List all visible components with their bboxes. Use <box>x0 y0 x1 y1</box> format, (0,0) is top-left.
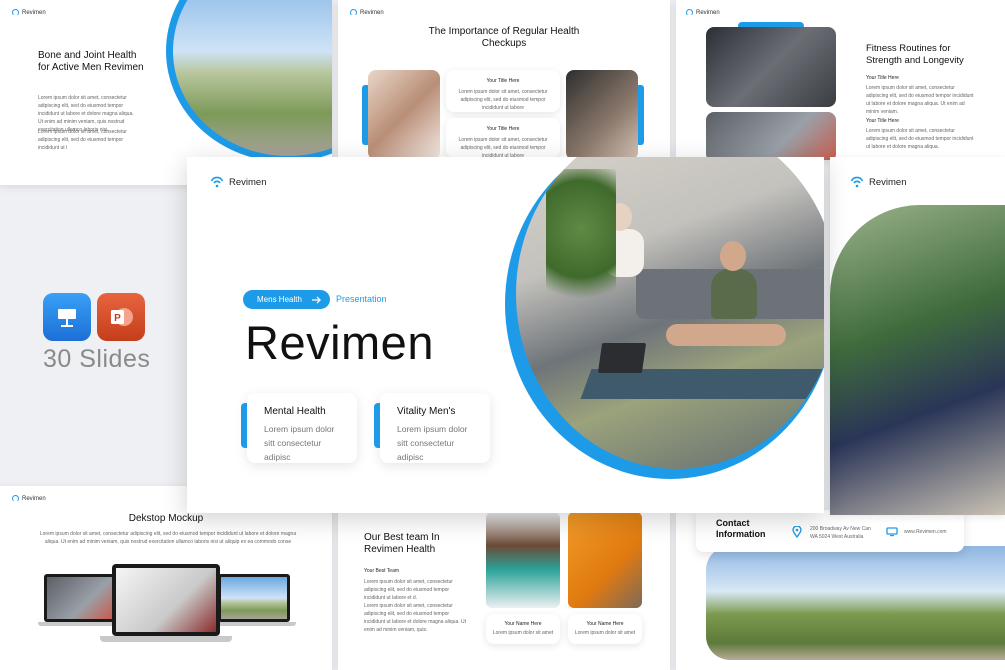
logo-icon <box>686 9 693 16</box>
item-title: Your Title Here <box>866 118 899 124</box>
man-legs <box>666 324 786 346</box>
laptop-left <box>44 574 116 622</box>
man-figure <box>711 269 757 319</box>
card-title: Vitality Men's <box>397 406 456 417</box>
feature-card-mental-health: Mental Health Lorem ipsum dolor sitt con… <box>241 393 357 463</box>
laptop-left-base <box>38 622 122 626</box>
logo: Revimen <box>850 175 907 189</box>
slide-team[interactable]: Our Best team In Revimen Health Your Bes… <box>338 510 670 670</box>
mini-logo: Revimen <box>12 9 46 16</box>
slide-title: Dekstop Mockup <box>128 513 204 524</box>
card-accent <box>241 403 247 448</box>
member-name: Your Name Here <box>586 621 624 627</box>
laptop <box>597 343 647 373</box>
slide-count: 30 Slides <box>43 345 151 373</box>
info-card: Your Title Here Lorem ipsum dolor sit am… <box>446 118 560 158</box>
pill-label: Mens Health <box>257 295 302 304</box>
logo-text: Revimen <box>22 495 46 502</box>
photo-team-member-2 <box>568 512 642 608</box>
slide-title: Our Best team In Revimen Health <box>364 532 440 555</box>
card-title: Mental Health <box>264 406 326 417</box>
slide-desktop-mockup[interactable]: Revimen Dekstop Mockup Lorem ipsum dolor… <box>0 486 332 670</box>
member-name: Your Name Here <box>504 621 542 627</box>
slide-fitness[interactable]: Revimen Fitness Routines for Strength an… <box>676 0 1005 160</box>
logo: Revimen <box>210 175 267 189</box>
mini-logo: Revimen <box>686 9 720 16</box>
pill-suffix: Presentation <box>336 294 387 304</box>
item-text: Lorem ipsum dolor sit amet, consectetur … <box>866 128 974 150</box>
arrow-right-icon <box>311 296 321 303</box>
location-pin-icon <box>792 526 802 538</box>
card-text: Lorem ipsum dolor sit amet, consectetur … <box>458 137 548 158</box>
photo-team-member-1 <box>486 512 560 608</box>
logo-text: Revimen <box>360 9 384 16</box>
photo-yoga-man <box>830 205 1005 515</box>
slide-checkups[interactable]: Revimen The Importance of Regular Health… <box>338 0 670 160</box>
photo-gym <box>706 27 836 107</box>
mini-logo: Revimen <box>350 9 384 16</box>
keynote-icon <box>43 293 91 341</box>
powerpoint-icon: P <box>97 293 145 341</box>
logo-icon <box>350 9 357 16</box>
logo-icon <box>12 495 19 502</box>
contact-address: 200 Broadway Av New Can WA 5024 West Aus… <box>810 526 871 540</box>
member-card: Your Name Here Lorem ipsum dolor sit ame… <box>486 614 560 644</box>
card-text: Lorem ipsum dolor sitt consectetur adipi… <box>264 424 335 462</box>
contact-website: www.Revimen.com <box>904 529 947 535</box>
photo-hands <box>566 70 638 160</box>
slide-yoga[interactable]: Revimen <box>830 157 1005 515</box>
slide-contact[interactable]: Contact Information 200 Broadway Av New … <box>676 510 1005 670</box>
slide-title: Fitness Routines for Strength and Longev… <box>866 43 964 66</box>
card-text: Lorem ipsum dolor sit amet, consectetur … <box>458 89 548 111</box>
member-card: Your Name Here Lorem ipsum dolor sit ame… <box>568 614 642 644</box>
logo-text: Revimen <box>869 176 907 188</box>
item-title: Your Title Here <box>866 75 899 81</box>
slide-subtitle: Your Best Team <box>364 568 400 574</box>
card-text: Lorem ipsum dolor sitt consectetur adipi… <box>397 424 468 462</box>
slide-title: The Importance of Regular Health Checkup… <box>428 26 580 49</box>
logo-text: Revimen <box>696 9 720 16</box>
logo-icon <box>850 176 864 188</box>
laptop-center-base <box>100 636 232 642</box>
laptop-right-base <box>212 622 296 626</box>
slide-title: Bone and Joint Health for Active Men Rev… <box>38 50 144 73</box>
logo-icon <box>12 9 19 16</box>
plant <box>546 169 616 319</box>
member-text: Lorem ipsum dolor sit amet <box>492 630 554 636</box>
mens-health-pill[interactable]: Mens Health <box>243 290 330 309</box>
laptop-right <box>218 574 290 622</box>
svg-text:P: P <box>114 313 121 324</box>
card-accent <box>374 403 380 448</box>
logo-icon <box>210 176 224 188</box>
member-text: Lorem ipsum dolor sit amet <box>574 630 636 636</box>
card-title: Your Title Here <box>486 78 520 84</box>
slide-paragraph: Lorem ipsum dolor sit amet, consectetur … <box>364 579 453 601</box>
laptop-center <box>112 564 220 636</box>
contact-card: Contact Information 200 Broadway Av New … <box>696 510 964 552</box>
photo-vaccine <box>368 70 440 160</box>
card-title: Your Title Here <box>486 126 520 132</box>
photo-runner <box>173 0 332 156</box>
contact-title: Contact Information <box>716 518 766 539</box>
logo-text: Revimen <box>22 9 46 16</box>
item-text: Lorem ipsum dolor sit amet, consectetur … <box>866 85 974 115</box>
slide-main-cover[interactable]: Revimen Mens Health Presentation Revimen… <box>187 157 824 513</box>
photo-runner-field <box>706 546 1005 660</box>
man-head <box>720 241 746 271</box>
slide-paragraph: Lorem ipsum dolor sit amet, consectetur … <box>364 603 467 633</box>
cover-title: Revimen <box>245 316 434 369</box>
slide-paragraph: Lorem ipsum dolor sit amet, consectetur … <box>39 531 297 545</box>
mini-logo: Revimen <box>12 495 46 502</box>
slide-paragraph: Lorem ipsum dolor sit amet, consectetur … <box>38 129 127 151</box>
monitor-icon <box>886 527 898 537</box>
yoga-mat <box>580 369 824 399</box>
feature-card-vitality: Vitality Men's Lorem ipsum dolor sitt co… <box>374 393 490 463</box>
info-card: Your Title Here Lorem ipsum dolor sit am… <box>446 70 560 112</box>
photo-gym-2 <box>706 112 836 160</box>
logo-text: Revimen <box>229 176 267 188</box>
